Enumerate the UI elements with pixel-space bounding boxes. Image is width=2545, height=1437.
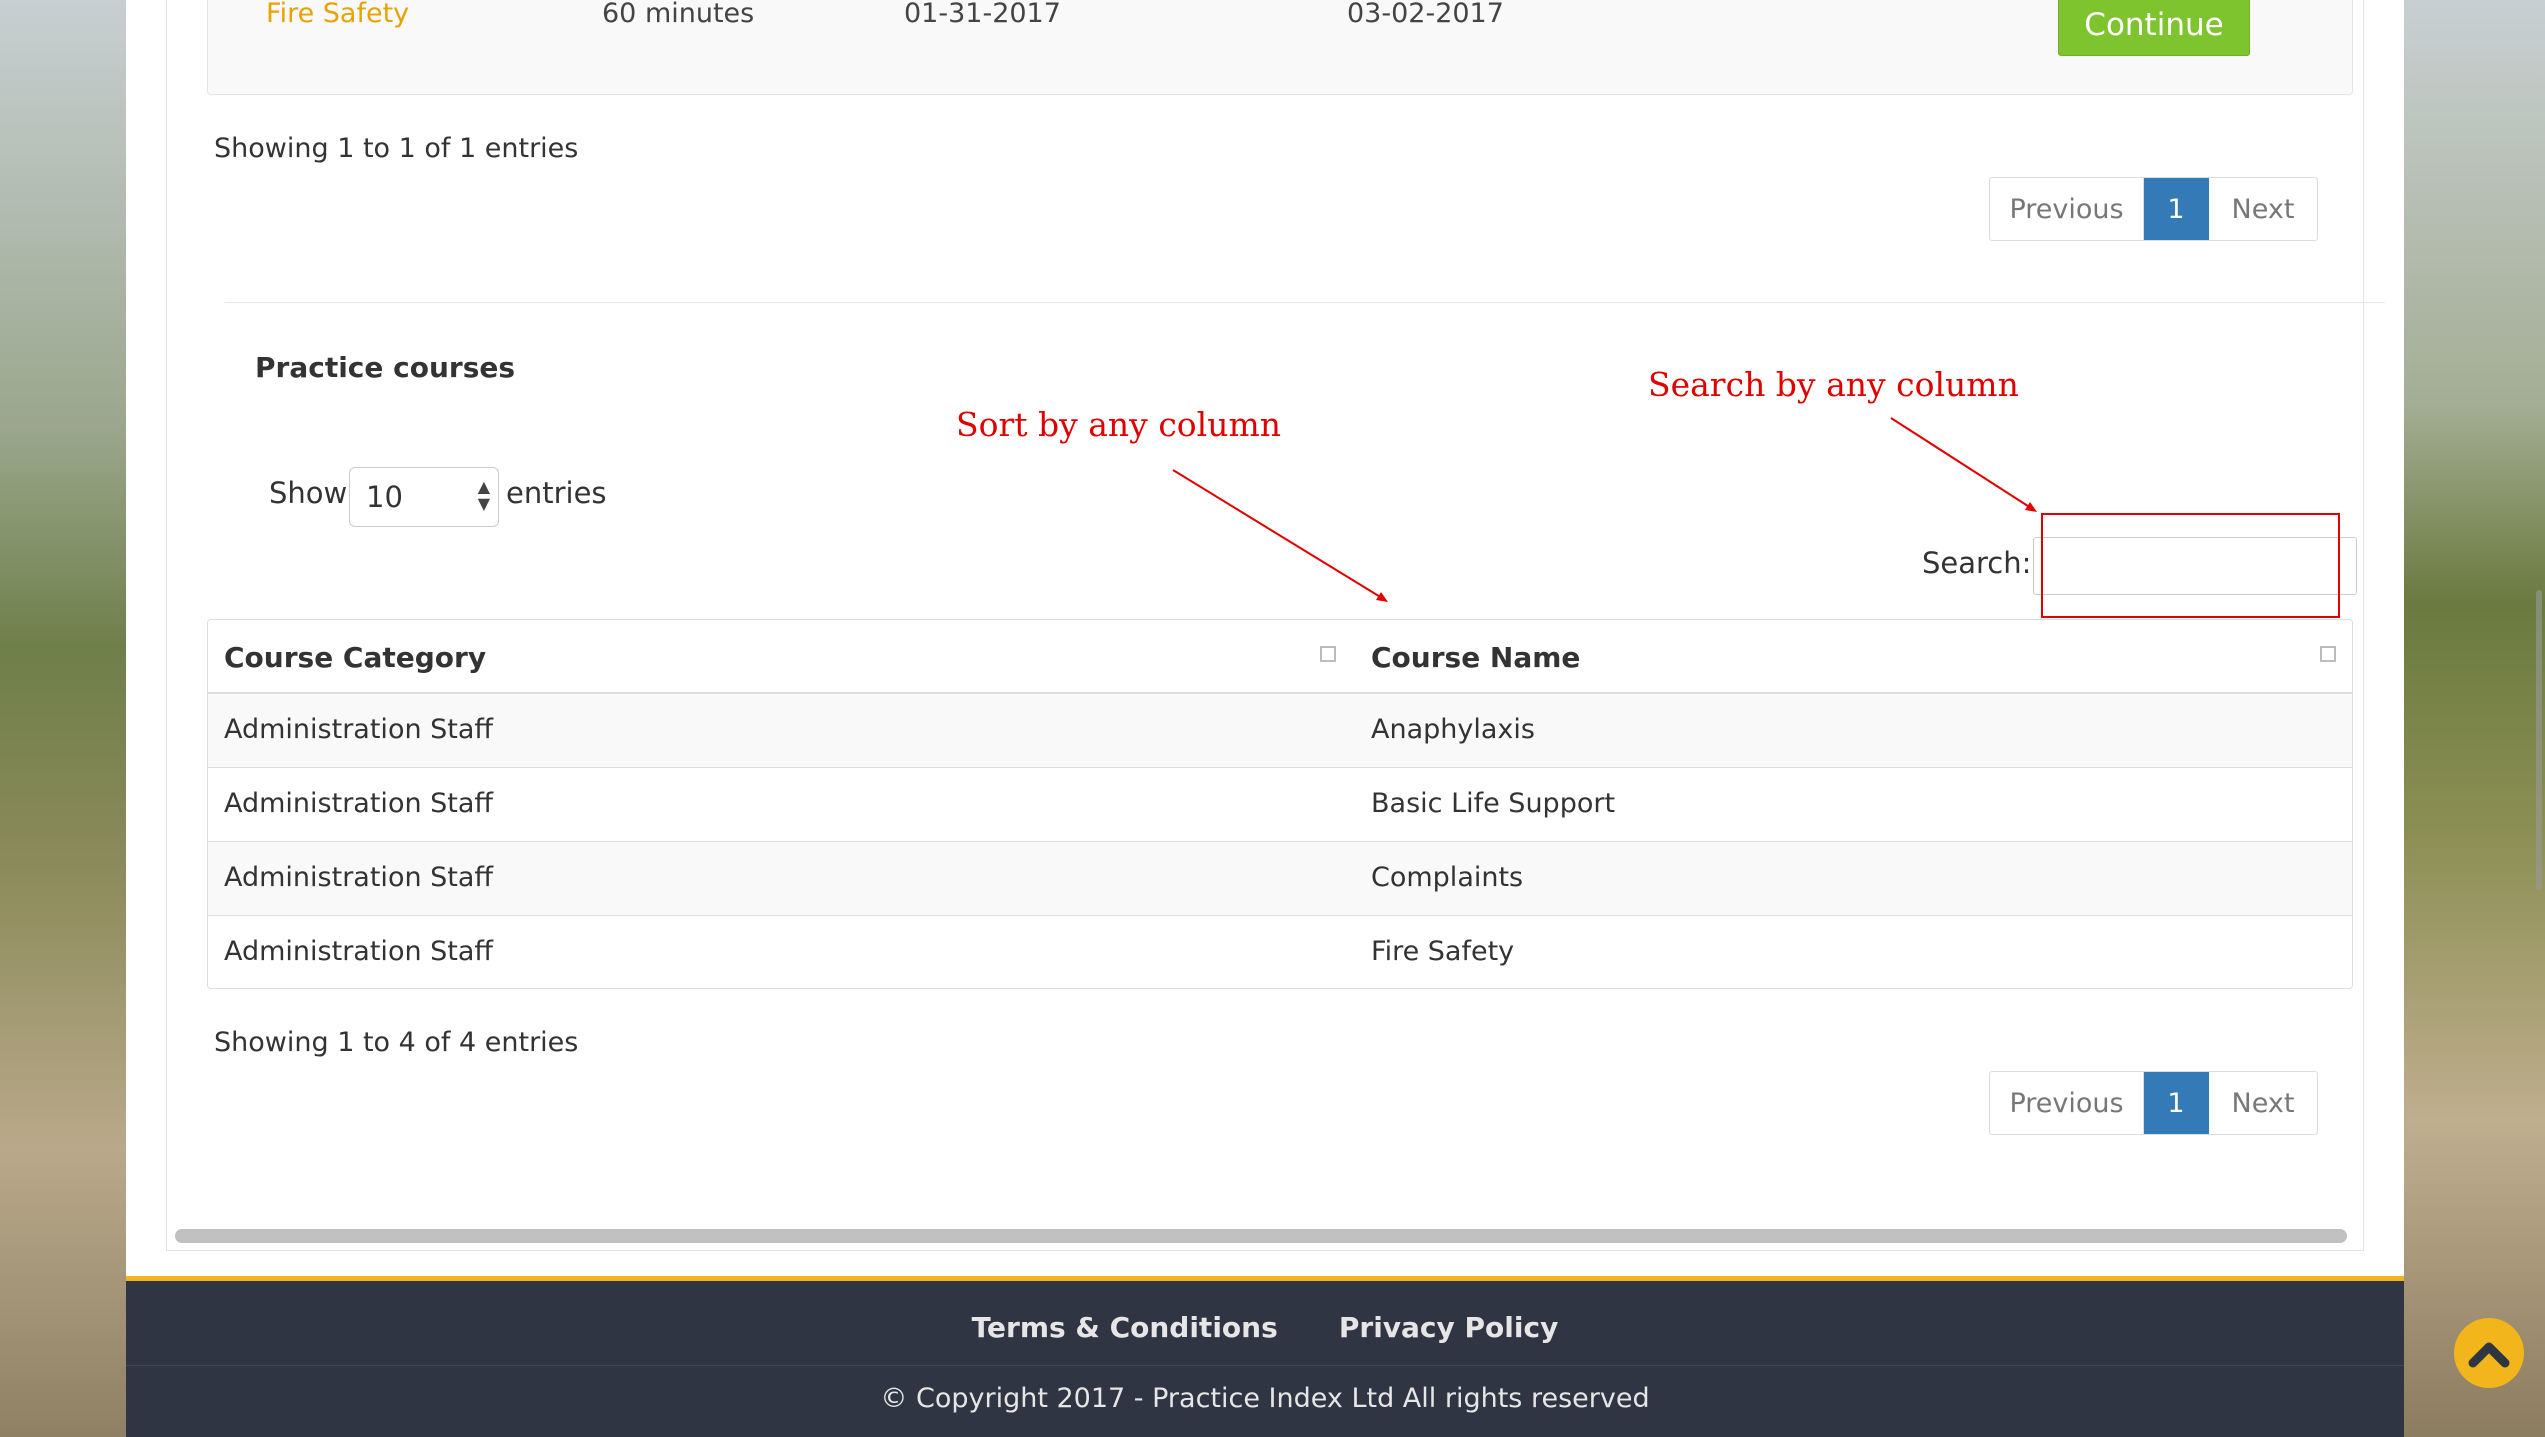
start-date-cell: 01-31-2017 (904, 0, 1061, 29)
courses-pagination: Previous 1 Next (1989, 1071, 2318, 1135)
scroll-to-top-button[interactable] (2454, 1318, 2524, 1388)
page-container: Fire Safety 60 minutes 01-31-2017 03-02-… (126, 0, 2524, 1437)
background-right (2404, 0, 2545, 1437)
search-annotation: Search by any column (1648, 365, 2019, 404)
top-table-info: Showing 1 to 1 of 1 entries (214, 133, 579, 164)
continue-button[interactable]: Continue (2058, 0, 2250, 56)
section-divider (225, 302, 2385, 303)
course-name-cell: Anaphylaxis (1371, 714, 1535, 745)
horizontal-scrollbar[interactable] (175, 1229, 2347, 1243)
entries-label: entries (506, 476, 607, 510)
top-pagination: Previous 1 Next (1989, 177, 2318, 241)
course-name-cell: Complaints (1371, 862, 1524, 893)
courses-table-info: Showing 1 to 4 of 4 entries (214, 1027, 579, 1058)
sort-annotation: Sort by any column (956, 405, 1282, 444)
sort-icon[interactable] (1320, 646, 1336, 662)
course-name-cell: Fire Safety (1371, 936, 1515, 967)
course-name-cell[interactable]: Fire Safety (266, 0, 409, 29)
page-1-button[interactable]: 1 (2144, 178, 2209, 240)
copyright-text: © Copyright 2017 - Practice Index Ltd Al… (880, 1383, 1650, 1414)
course-name-cell: Basic Life Support (1371, 788, 1616, 819)
top-table-row: Fire Safety 60 minutes 01-31-2017 03-02-… (207, 0, 2353, 95)
table-row: Administration Staff Basic Life Support (208, 768, 2352, 842)
column-header-course-name[interactable]: Course Name (1371, 641, 1580, 674)
entries-select[interactable]: 10 ▲ ▼ (349, 467, 499, 527)
search-input[interactable] (2033, 537, 2357, 595)
previous-button[interactable]: Previous (1990, 1072, 2144, 1134)
section-title: Practice courses (255, 351, 516, 384)
category-cell: Administration Staff (224, 862, 494, 893)
page-1-button[interactable]: 1 (2144, 1072, 2209, 1134)
end-date-cell: 03-02-2017 (1347, 0, 1504, 29)
sort-icon[interactable] (2320, 646, 2336, 662)
footer-separator (126, 1365, 2404, 1366)
next-button[interactable]: Next (2209, 1072, 2317, 1134)
show-label: Show (269, 476, 348, 510)
duration-cell: 60 minutes (602, 0, 755, 29)
terms-link[interactable]: Terms & Conditions (972, 1311, 1278, 1344)
practice-courses-table: Course Category Course Name Administrati… (207, 619, 2353, 989)
footer: Terms & Conditions Privacy Policy © Copy… (126, 1276, 2404, 1437)
previous-button[interactable]: Previous (1990, 178, 2144, 240)
table-row: Administration Staff Anaphylaxis (208, 694, 2352, 768)
chevron-up-icon (2468, 1342, 2510, 1368)
content-panel: Fire Safety 60 minutes 01-31-2017 03-02-… (166, 0, 2385, 1251)
category-cell: Administration Staff (224, 788, 494, 819)
entries-select-value: 10 (366, 480, 403, 514)
privacy-link[interactable]: Privacy Policy (1339, 1311, 1558, 1344)
column-header-course-category[interactable]: Course Category (224, 641, 486, 674)
footer-links: Terms & Conditions Privacy Policy (126, 1311, 2404, 1344)
select-arrows-icon: ▲ ▼ (477, 477, 490, 513)
category-cell: Administration Staff (224, 936, 494, 967)
table-row: Administration Staff Fire Safety (208, 916, 2352, 988)
search-label: Search: (1922, 546, 2032, 580)
table-row: Administration Staff Complaints (208, 842, 2352, 916)
page-scrollbar[interactable] (2536, 590, 2542, 890)
table-header: Course Category Course Name (208, 620, 2352, 694)
next-button[interactable]: Next (2209, 178, 2317, 240)
category-cell: Administration Staff (224, 714, 494, 745)
